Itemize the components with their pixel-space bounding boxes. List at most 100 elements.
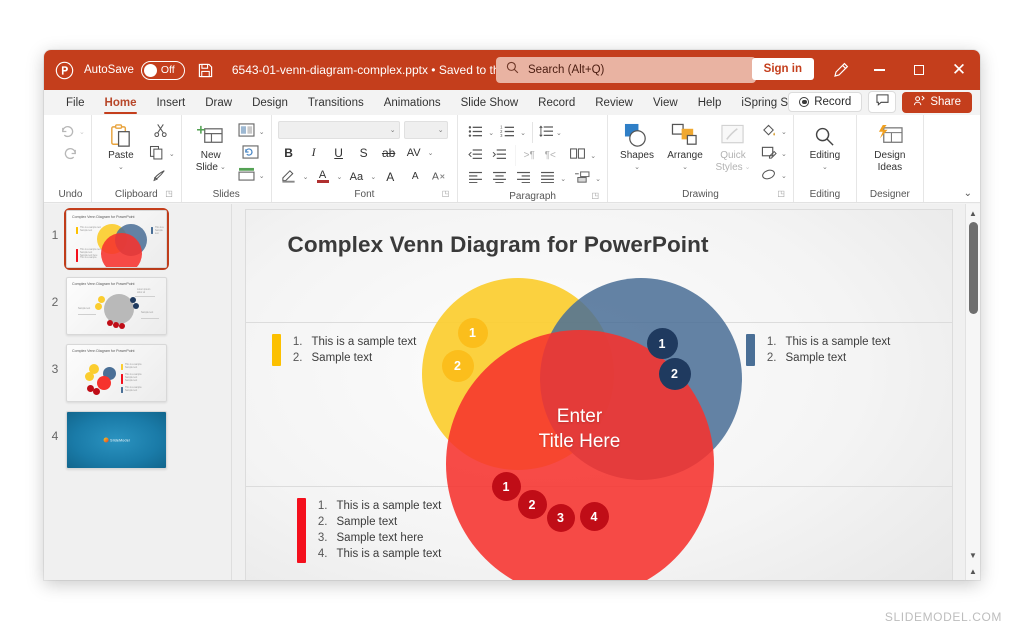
ltr-text-direction-button[interactable]: >¶: [515, 145, 537, 166]
align-left-button[interactable]: [464, 168, 486, 189]
tab-help[interactable]: Help: [688, 90, 732, 115]
font-dialog-launcher-icon[interactable]: ◳: [442, 186, 450, 201]
align-right-button[interactable]: [512, 168, 534, 189]
font-size-select[interactable]: ⌄: [403, 121, 448, 139]
quick-styles-chevron-down-icon[interactable]: ⌄: [745, 162, 751, 174]
bullets-chevron-down-icon[interactable]: ⌄: [488, 129, 494, 137]
change-case-button[interactable]: Aa: [345, 166, 367, 187]
shapes-button[interactable]: Shapes ⌄: [614, 119, 660, 173]
comments-button[interactable]: [868, 91, 897, 113]
share-button[interactable]: Share: [902, 91, 972, 113]
rtl-text-direction-button[interactable]: ¶<: [539, 145, 561, 166]
layout-chevron-down-icon[interactable]: ⌄: [259, 128, 265, 136]
font-name-select[interactable]: ⌄: [277, 121, 400, 139]
smartart-chevron-down-icon[interactable]: ⌄: [595, 175, 601, 183]
section-button[interactable]: [236, 165, 258, 186]
tab-draw[interactable]: Draw: [195, 90, 242, 115]
change-case-chevron-down-icon[interactable]: ⌄: [370, 173, 376, 181]
left-text-block[interactable]: 1. This is a sample text 2. Sample text: [271, 334, 416, 366]
minimize-button[interactable]: [858, 50, 900, 90]
venn-red-badge-1[interactable]: 1: [491, 472, 521, 501]
undo-arrow-icon[interactable]: [56, 121, 78, 142]
tab-animations[interactable]: Animations: [374, 90, 451, 115]
tab-view[interactable]: View: [643, 90, 688, 115]
thumbnail-slide-1[interactable]: 1 Complex Venn Diagram for PowerPoint Th…: [44, 208, 231, 270]
reset-slide-button[interactable]: [236, 143, 265, 164]
copy-button[interactable]: [146, 143, 168, 164]
tab-record[interactable]: Record: [528, 90, 585, 115]
section-chevron-down-icon[interactable]: ⌄: [259, 172, 265, 180]
slide-title[interactable]: Complex Venn Diagram for PowerPoint: [288, 232, 709, 258]
shape-effects-chevron-down-icon[interactable]: ⌄: [781, 172, 787, 180]
vertical-scrollbar[interactable]: ▲ ▼ ▲: [965, 204, 980, 580]
font-color-chevron-down-icon[interactable]: ⌄: [337, 173, 343, 181]
clipboard-dialog-launcher-icon[interactable]: ◳: [165, 186, 173, 201]
bold-button[interactable]: B: [278, 142, 300, 163]
venn-blue-badge-2[interactable]: 2: [658, 358, 691, 390]
cut-button[interactable]: [146, 121, 175, 142]
venn-red-badge-2[interactable]: 2: [517, 490, 547, 519]
line-spacing-chevron-down-icon[interactable]: ⌄: [556, 129, 562, 137]
venn-diagram[interactable]: Enter Title Here 1 2 1 2 1 2 3 4: [421, 278, 742, 580]
thumbnail-slide-3[interactable]: 3 Complex Venn Diagram for PowerPoint Th…: [44, 344, 231, 402]
new-slide-chevron-down-icon[interactable]: ⌄: [220, 162, 226, 174]
convert-to-smartart-button[interactable]: [571, 168, 593, 189]
arrange-chevron-down-icon[interactable]: ⌄: [682, 162, 688, 174]
format-painter-button[interactable]: [146, 165, 175, 186]
record-button[interactable]: Record: [788, 92, 863, 112]
maximize-button[interactable]: [898, 50, 940, 90]
shape-outline-button[interactable]: [758, 143, 780, 164]
justify-button[interactable]: [536, 168, 558, 189]
columns-chevron-down-icon[interactable]: ⌄: [590, 152, 596, 160]
strikethrough-button[interactable]: ab: [378, 142, 400, 163]
bottom-text-block[interactable]: 1. This is a sample text 2. Sample text 3.…: [296, 498, 441, 563]
drawing-dialog-launcher-icon[interactable]: ◳: [777, 186, 785, 201]
thumbnail-slide-4[interactable]: 4 SlideModel: [44, 411, 231, 469]
tab-transitions[interactable]: Transitions: [298, 90, 374, 115]
scrollbar-thumb[interactable]: [969, 222, 978, 314]
save-disk-icon[interactable]: [196, 60, 216, 80]
clear-formatting-button[interactable]: A: [429, 166, 451, 187]
shape-fill-chevron-down-icon[interactable]: ⌄: [781, 128, 787, 136]
design-ideas-button[interactable]: Design Ideas: [863, 119, 917, 173]
character-spacing-button[interactable]: AV: [403, 142, 425, 163]
next-slide-arrow-icon[interactable]: ▲: [966, 564, 980, 578]
bullet-list-button[interactable]: [464, 122, 486, 143]
tab-review[interactable]: Review: [585, 90, 643, 115]
italic-button[interactable]: I: [303, 142, 325, 163]
right-text-block[interactable]: 1. This is a sample text 2. Sample text: [745, 334, 890, 366]
scroll-down-arrow-icon[interactable]: ▼: [966, 548, 980, 562]
scroll-up-arrow-icon[interactable]: ▲: [966, 206, 980, 220]
decrease-font-size-button[interactable]: A: [404, 166, 426, 187]
editing-chevron-down-icon[interactable]: ⌄: [822, 162, 828, 174]
editing-button[interactable]: Editing ⌄: [800, 119, 850, 173]
close-button[interactable]: ✕: [938, 50, 980, 90]
text-highlight-button[interactable]: [278, 166, 300, 187]
shape-effects-button[interactable]: [758, 165, 780, 186]
shapes-chevron-down-icon[interactable]: ⌄: [634, 162, 640, 174]
tab-design[interactable]: Design: [242, 90, 298, 115]
sign-in-button[interactable]: Sign in: [751, 58, 814, 81]
redo-arrow-icon[interactable]: [56, 143, 85, 164]
numbering-chevron-down-icon[interactable]: ⌄: [520, 129, 526, 137]
character-spacing-chevron-down-icon[interactable]: ⌄: [428, 149, 434, 157]
venn-red-badge-3[interactable]: 3: [546, 504, 575, 532]
pen-ink-icon[interactable]: [820, 50, 862, 90]
venn-yellow-badge-1[interactable]: 1: [457, 318, 488, 348]
search-input[interactable]: Search (Alt+Q): [496, 57, 756, 83]
increase-indent-button[interactable]: [488, 145, 510, 166]
tab-home[interactable]: Home: [95, 90, 147, 115]
tab-insert[interactable]: Insert: [146, 90, 195, 115]
text-shadow-button[interactable]: S: [353, 142, 375, 163]
decrease-indent-button[interactable]: [464, 145, 486, 166]
paragraph-dialog-launcher-icon[interactable]: ◳: [591, 188, 599, 203]
slide-editor[interactable]: Complex Venn Diagram for PowerPoint 1. Th…: [245, 210, 952, 580]
slide-thumbnail-pane[interactable]: 1 Complex Venn Diagram for PowerPoint Th…: [44, 204, 232, 580]
arrange-button[interactable]: Arrange ⌄: [662, 119, 708, 173]
highlight-chevron-down-icon[interactable]: ⌄: [303, 173, 309, 181]
numbered-list-button[interactable]: 1 2 3: [496, 122, 518, 143]
shape-fill-button[interactable]: [758, 121, 780, 142]
slide-layout-button[interactable]: [236, 121, 258, 142]
font-name-chevron-down-icon[interactable]: ⌄: [390, 126, 396, 134]
line-spacing-button[interactable]: [532, 122, 554, 143]
